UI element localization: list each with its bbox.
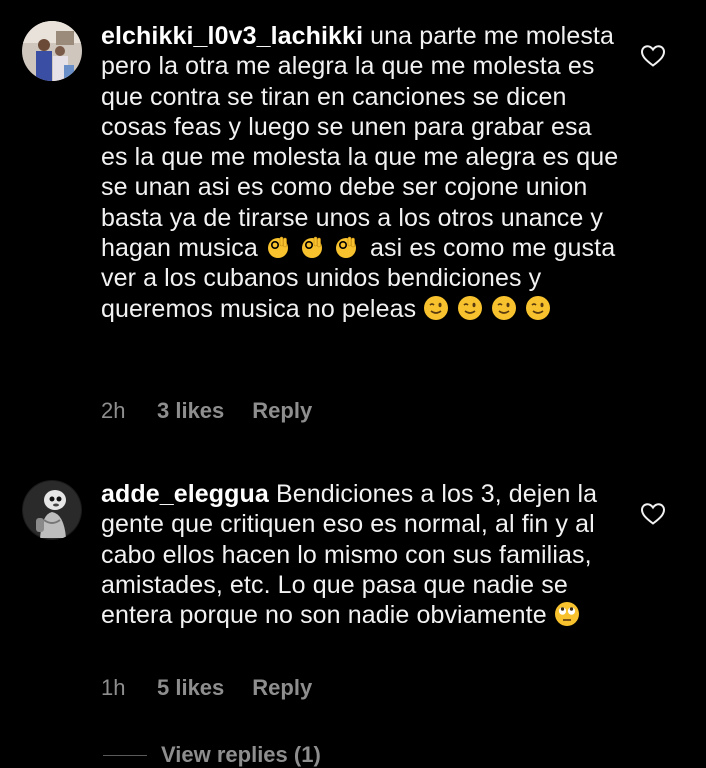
comment-username[interactable]: adde_eleggua (101, 480, 269, 508)
view-replies-label[interactable]: View replies (1) (161, 742, 321, 768)
comment-text: adde_eleggua Bendiciones a los 3, dejen … (101, 479, 621, 630)
face-with-rolling-eyes-icon (554, 602, 579, 627)
comment-time: 2h (101, 398, 126, 423)
comment-meta: 2h 3 likes Reply (101, 398, 312, 424)
view-replies-button[interactable]: View replies (1) (103, 742, 321, 768)
winking-face-icon (424, 295, 449, 320)
comment-time: 1h (101, 675, 126, 700)
avatar[interactable] (22, 21, 82, 81)
winking-face-icon (492, 295, 517, 320)
comment-body: una parte me molesta pero la otra me ale… (101, 22, 619, 263)
comment-text: elchikki_l0v3_lachikki una parte me mole… (101, 21, 621, 324)
ok-hand-icon (336, 236, 356, 259)
reply-button[interactable]: Reply (252, 675, 312, 701)
comment-username[interactable]: elchikki_l0v3_lachikki (101, 22, 363, 50)
winking-face-icon (458, 295, 483, 320)
divider-line (103, 754, 147, 756)
winking-emoji-group (423, 295, 552, 323)
winking-face-icon (526, 295, 551, 320)
ok-hand-emoji-group (265, 234, 370, 262)
ok-hand-icon (301, 236, 322, 259)
heart-icon[interactable] (640, 44, 666, 68)
comment-likes[interactable]: 3 likes (157, 398, 224, 424)
comment-likes[interactable]: 5 likes (157, 675, 224, 701)
ok-hand-icon (267, 236, 288, 259)
heart-icon[interactable] (640, 502, 666, 526)
avatar[interactable] (22, 480, 82, 540)
comment-meta: 1h 5 likes Reply (101, 675, 312, 701)
reply-button[interactable]: Reply (252, 398, 312, 424)
